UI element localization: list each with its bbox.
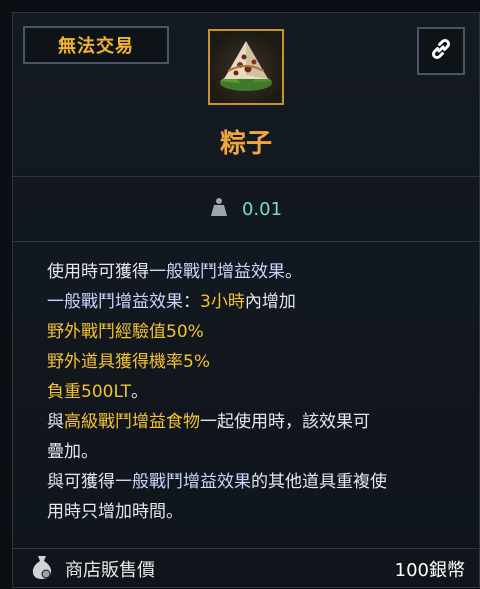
weight-icon xyxy=(210,197,228,221)
description-line: 使用時可獲得一般戰鬥增益效果。 xyxy=(47,257,467,287)
link-icon xyxy=(429,37,453,65)
description-segment: 野外戰鬥經驗值50% xyxy=(47,322,204,342)
description-line: 用時只增加時間。 xyxy=(47,497,467,527)
link-button[interactable] xyxy=(417,27,465,75)
description-segment: 。 xyxy=(285,262,302,282)
description-segment: 用時只增加時間。 xyxy=(47,502,183,522)
description-line: 與可獲得一般戰鬥增益效果的其他道具重複使 xyxy=(47,467,467,497)
description-line: 野外戰鬥經驗值50% xyxy=(47,317,467,347)
description-segment: 使用時可獲得 xyxy=(47,262,149,282)
description-segment: 負重500LT xyxy=(47,382,131,402)
weight-row: 0.01 xyxy=(13,177,479,241)
description-segment: 一般戰鬥增益效果 xyxy=(149,262,285,282)
description-line: 疊加。 xyxy=(47,437,467,467)
money-bag-icon xyxy=(31,554,53,584)
description-segment: ： xyxy=(183,292,200,312)
description-line: 一般戰鬥增益效果：3小時內增加 xyxy=(47,287,467,317)
price-footer: 商店販售價 100銀幣 xyxy=(13,549,479,589)
shop-price-label: 商店販售價 xyxy=(65,560,155,581)
description-segment: 一般戰鬥增益效果 xyxy=(115,472,251,492)
item-name: 粽子 xyxy=(219,129,272,159)
description-segment: 3小時 xyxy=(200,292,245,312)
item-description: 使用時可獲得一般戰鬥增益效果。 一般戰鬥增益效果：3小時內增加 野外戰鬥經驗值50%… xyxy=(47,257,467,527)
description-segment: 。 xyxy=(130,382,148,402)
description-line: 負重500LT。 xyxy=(47,377,467,407)
rice-dumpling-icon xyxy=(208,29,284,105)
description-segment: 高級戰鬥增益食物 xyxy=(64,412,200,432)
description-line: 野外道具獲得機率5% xyxy=(47,347,467,377)
weight-value: 0.01 xyxy=(241,198,283,220)
description-segment: 與 xyxy=(47,412,64,432)
description-segment: 內增加 xyxy=(244,292,296,312)
item-tooltip: 無法交易 粽子 0.01 使用時可獲得一般戰鬥增益效果。 一般戰鬥增益效果：3小… xyxy=(12,12,480,588)
description-line: 與高級戰鬥增益食物一起使用時，該效果可 xyxy=(47,407,467,437)
shop-price-value: 100銀幣 xyxy=(394,560,465,581)
description-segment: 的其他道具重複使 xyxy=(251,472,387,492)
divider xyxy=(13,241,479,242)
untradeable-badge: 無法交易 xyxy=(23,26,169,64)
description-segment: 一起使用時，該效果可 xyxy=(200,412,370,432)
description-segment: 一般戰鬥增益效果 xyxy=(47,292,183,312)
description-segment: 野外道具獲得機率5% xyxy=(47,352,210,372)
description-segment: 疊加。 xyxy=(47,442,98,462)
description-segment: 與可獲得 xyxy=(47,472,115,492)
